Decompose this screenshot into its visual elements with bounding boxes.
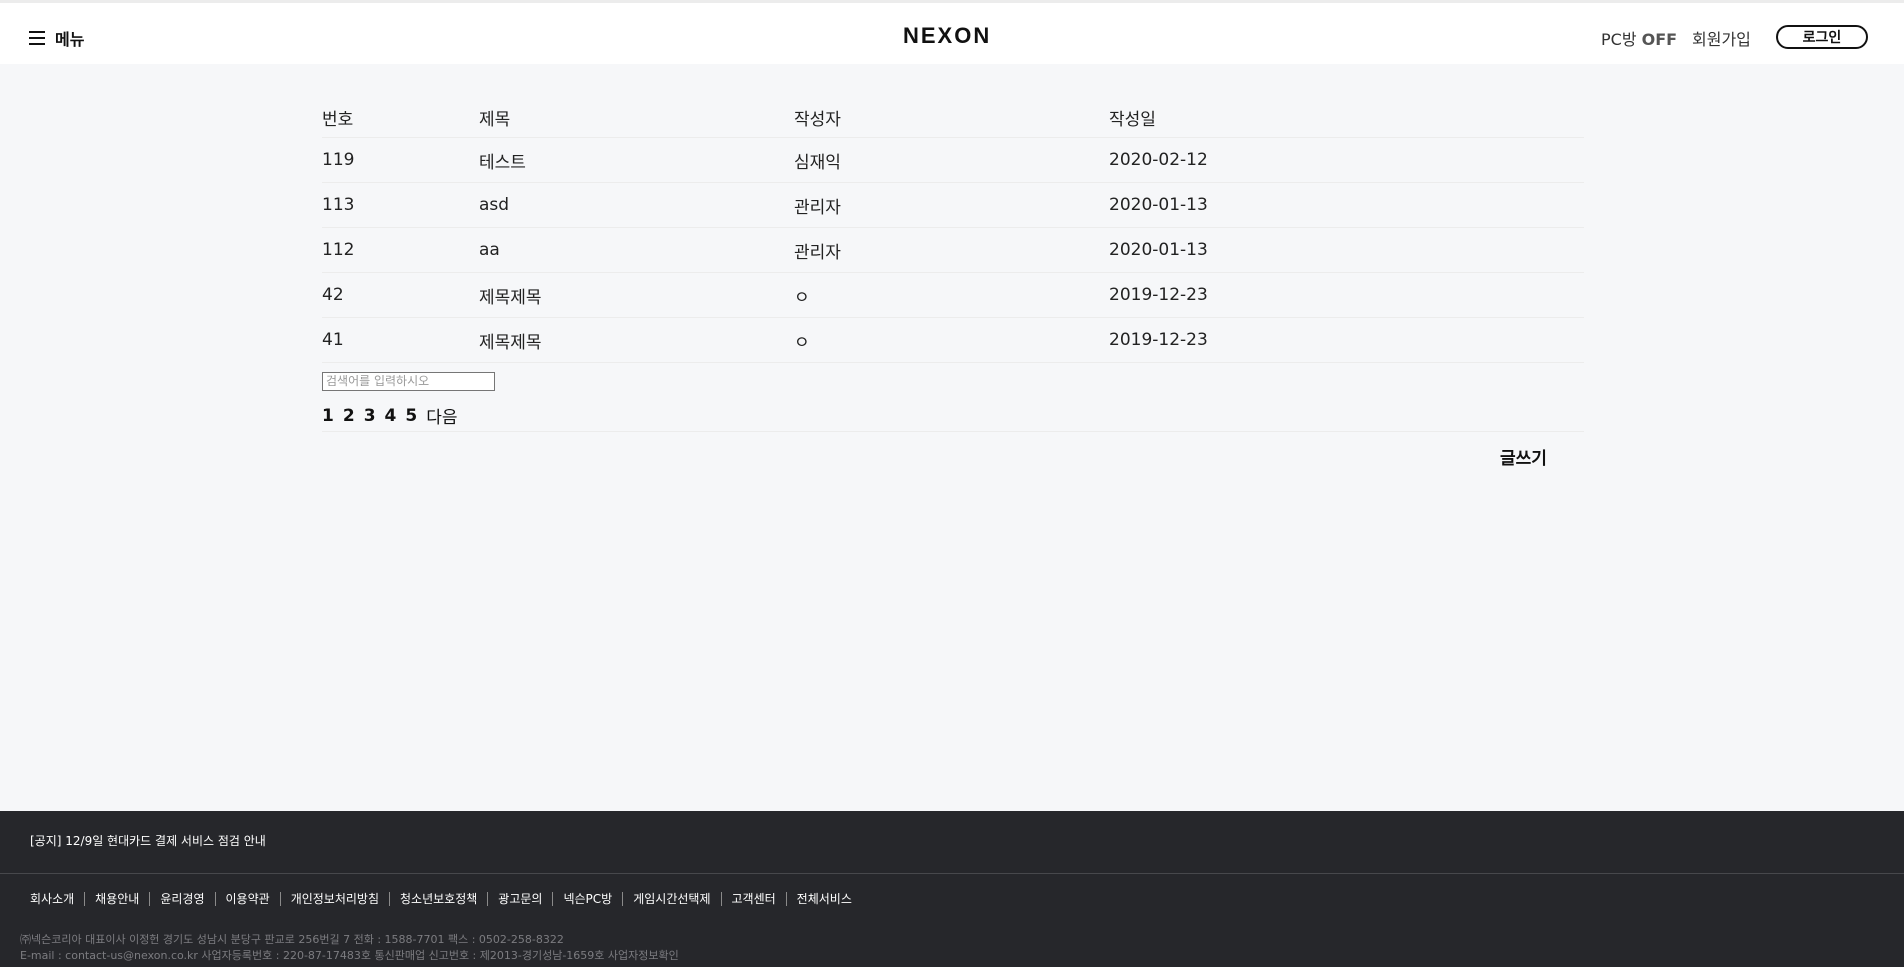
table-row[interactable]: 42 제목제목 ㅇ 2019-12-23 xyxy=(322,273,1584,318)
footer-links: 회사소개 채용안내 윤리경영 이용약관 개인정보처리방침 청소년보호정책 광고문… xyxy=(30,890,852,907)
page-link-5[interactable]: 5 xyxy=(405,406,417,426)
table-row[interactable]: 113 asd 관리자 2020-01-13 xyxy=(322,183,1584,228)
footer-separator xyxy=(84,891,86,906)
write-post-button[interactable]: 글쓰기 xyxy=(1500,444,1547,469)
post-number: 112 xyxy=(322,240,355,260)
pcbang-label: PC방 xyxy=(1601,30,1637,49)
post-writer: 관리자 xyxy=(794,197,841,218)
pagination: 1 2 3 4 5 다음 xyxy=(322,400,1584,432)
menu-button[interactable]: 메뉴 xyxy=(29,26,84,50)
column-header-title: 제목 xyxy=(479,110,511,130)
footer-link-careers[interactable]: 채용안내 xyxy=(95,890,139,907)
footer-notice-link[interactable]: [공지] 12/9일 현대카드 결제 서비스 점검 안내 xyxy=(30,832,266,849)
footer-separator xyxy=(785,891,787,906)
post-writer: 관리자 xyxy=(794,242,841,263)
table-row[interactable]: 112 aa 관리자 2020-01-13 xyxy=(322,228,1584,273)
post-date: 2019-12-23 xyxy=(1109,285,1208,305)
footer-separator xyxy=(487,891,489,906)
post-title-link[interactable]: 제목제목 xyxy=(479,328,794,353)
footer-link-privacy[interactable]: 개인정보처리방침 xyxy=(291,890,379,907)
company-info-line: ㈜넥슨코리아 대표이사 이정헌 경기도 성남시 분당구 판교로 256번길 7 … xyxy=(20,933,564,946)
site-footer: [공지] 12/9일 현대카드 결제 서비스 점검 안내 회사소개 채용안내 윤… xyxy=(0,811,1904,967)
footer-separator xyxy=(214,891,216,906)
search-area xyxy=(322,370,495,391)
footer-separator xyxy=(622,891,624,906)
page-link-1[interactable]: 1 xyxy=(322,406,334,426)
post-title-link[interactable]: asd xyxy=(479,195,794,215)
footer-link-ethics[interactable]: 윤리경영 xyxy=(160,890,204,907)
table-header-row: 번호 제목 작성자 작성일 xyxy=(322,98,1584,138)
table-row[interactable]: 41 제목제목 ㅇ 2019-12-23 xyxy=(322,318,1584,363)
column-header-date: 작성일 xyxy=(1109,110,1156,130)
post-title-link[interactable]: 테스트 xyxy=(479,148,794,173)
footer-link-all-services[interactable]: 전체서비스 xyxy=(797,890,852,907)
post-date: 2020-02-12 xyxy=(1109,150,1208,170)
column-header-number: 번호 xyxy=(322,110,354,130)
menu-label: 메뉴 xyxy=(55,30,85,49)
company-info-line: E-mail : contact-us@nexon.co.kr 사업자등록번호 … xyxy=(20,949,679,962)
post-date: 2019-12-23 xyxy=(1109,330,1208,350)
footer-separator xyxy=(552,891,554,906)
footer-link-terms[interactable]: 이용약관 xyxy=(226,890,270,907)
page-link-4[interactable]: 4 xyxy=(385,406,397,426)
footer-link-pcbang[interactable]: 넥슨PC방 xyxy=(563,890,612,907)
next-page-link[interactable]: 다음 xyxy=(426,403,457,428)
footer-link-support[interactable]: 고객센터 xyxy=(732,890,776,907)
table-row[interactable]: 119 테스트 심재익 2020-02-12 xyxy=(322,138,1584,183)
footer-link-youth-protection[interactable]: 청소년보호정책 xyxy=(400,890,477,907)
footer-separator xyxy=(389,891,391,906)
post-number: 42 xyxy=(322,285,344,305)
post-writer: ㅇ xyxy=(794,332,810,353)
footer-separator xyxy=(149,891,151,906)
page-link-3[interactable]: 3 xyxy=(364,406,376,426)
footer-link-company[interactable]: 회사소개 xyxy=(30,890,74,907)
footer-link-game-time[interactable]: 게임시간선택제 xyxy=(633,890,710,907)
page-link-2[interactable]: 2 xyxy=(343,406,355,426)
post-number: 113 xyxy=(322,195,355,215)
hamburger-icon xyxy=(29,31,45,45)
footer-separator xyxy=(279,891,281,906)
nexon-logo[interactable]: NEXON xyxy=(903,23,991,49)
footer-divider xyxy=(0,873,1904,874)
post-date: 2020-01-13 xyxy=(1109,240,1208,260)
pcbang-status[interactable]: PC방 OFF xyxy=(1601,26,1677,50)
post-writer: 심재익 xyxy=(794,152,841,173)
search-input[interactable] xyxy=(322,371,495,391)
post-number: 41 xyxy=(322,330,344,350)
company-info: ㈜넥슨코리아 대표이사 이정헌 경기도 성남시 분당구 판교로 256번길 7 … xyxy=(20,932,679,964)
footer-link-ads[interactable]: 광고문의 xyxy=(498,890,542,907)
post-date: 2020-01-13 xyxy=(1109,195,1208,215)
post-title-link[interactable]: aa xyxy=(479,240,794,260)
login-button[interactable]: 로그인 xyxy=(1776,25,1868,49)
pcbang-off-value: OFF xyxy=(1641,30,1678,49)
signup-link[interactable]: 회원가입 xyxy=(1692,26,1751,50)
column-header-writer: 작성자 xyxy=(794,110,841,130)
post-writer: ㅇ xyxy=(794,287,810,308)
post-title-link[interactable]: 제목제목 xyxy=(479,283,794,308)
post-number: 119 xyxy=(322,150,355,170)
footer-separator xyxy=(720,891,722,906)
top-header: 메뉴 NEXON PC방 OFF 회원가입 로그인 xyxy=(0,0,1904,64)
board-table: 번호 제목 작성자 작성일 119 테스트 심재익 2020-02-12 113… xyxy=(322,98,1584,363)
